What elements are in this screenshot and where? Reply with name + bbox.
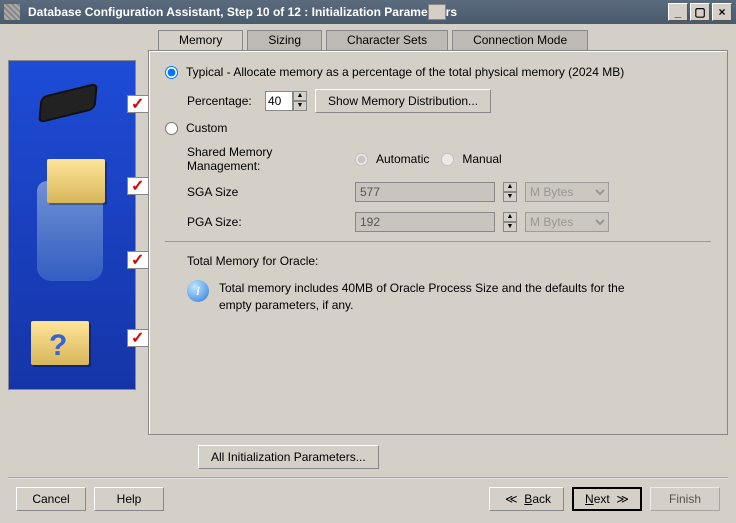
automatic-radio: [355, 153, 368, 166]
tab-strip: Memory Sizing Character Sets Connection …: [148, 30, 728, 50]
typical-radio[interactable]: [165, 66, 178, 79]
sga-up: ▲: [503, 182, 517, 192]
tab-character-sets[interactable]: Character Sets: [326, 30, 448, 50]
help-button[interactable]: Help: [94, 487, 164, 511]
title-bar: Database Configuration Assistant, Step 1…: [0, 0, 736, 24]
pga-size-input: [355, 212, 495, 232]
title-text-left: Database Configuration Assistant, Step 1…: [28, 5, 428, 19]
info-text: Total memory includes 40MB of Oracle Pro…: [219, 280, 639, 314]
manual-radio: [441, 153, 454, 166]
sga-down: ▼: [503, 192, 517, 202]
percentage-label: Percentage:: [187, 94, 257, 108]
pga-up: ▲: [503, 212, 517, 222]
app-icon: [4, 4, 20, 20]
tab-page-memory: Typical - Allocate memory as a percentag…: [148, 50, 728, 435]
sga-size-input: [355, 182, 495, 202]
tab-memory[interactable]: Memory: [158, 30, 243, 50]
custom-radio[interactable]: [165, 122, 178, 135]
footer-separator: [8, 477, 728, 479]
percentage-input[interactable]: [265, 91, 293, 111]
step-check-icon: [127, 251, 149, 269]
custom-label: Custom: [186, 121, 227, 135]
pushpin-icon[interactable]: [428, 4, 446, 20]
step-check-icon: [127, 329, 149, 347]
wizard-sidebar-image: ?: [8, 60, 136, 390]
percentage-spinner[interactable]: ▲▼: [265, 91, 307, 111]
automatic-label: Automatic: [376, 152, 429, 166]
back-button[interactable]: ≪ Back: [489, 487, 564, 511]
title-text-right: rs: [446, 5, 457, 19]
pga-label: PGA Size:: [187, 215, 347, 229]
show-memory-distribution-button[interactable]: Show Memory Distribution...: [315, 89, 491, 113]
step-check-icon: [127, 177, 149, 195]
tab-connection-mode[interactable]: Connection Mode: [452, 30, 588, 50]
window-title: Database Configuration Assistant, Step 1…: [28, 4, 668, 21]
manual-label: Manual: [462, 152, 501, 166]
pga-down: ▼: [503, 222, 517, 232]
pga-units-select: M Bytes: [525, 212, 609, 232]
sga-label: SGA Size: [187, 185, 347, 199]
info-icon: i: [187, 280, 209, 302]
tab-sizing[interactable]: Sizing: [247, 30, 322, 50]
next-button[interactable]: Next ≫: [572, 487, 642, 511]
wizard-footer: Cancel Help ≪ Back Next ≫ Finish: [8, 487, 728, 519]
maximize-button[interactable]: ▢: [690, 3, 710, 21]
all-init-params-button[interactable]: All Initialization Parameters...: [198, 445, 379, 469]
close-button[interactable]: ×: [712, 3, 732, 21]
step-check-icon: [127, 95, 149, 113]
minimize-button[interactable]: _: [668, 3, 688, 21]
finish-button[interactable]: Finish: [650, 487, 720, 511]
spinner-up[interactable]: ▲: [293, 91, 307, 101]
spinner-down[interactable]: ▼: [293, 101, 307, 111]
typical-label: Typical - Allocate memory as a percentag…: [186, 65, 624, 79]
total-memory-label: Total Memory for Oracle:: [187, 254, 318, 268]
separator: [165, 241, 711, 242]
sga-units-select: M Bytes: [525, 182, 609, 202]
shared-mgmt-label: Shared Memory Management:: [187, 145, 347, 173]
cancel-button[interactable]: Cancel: [16, 487, 86, 511]
